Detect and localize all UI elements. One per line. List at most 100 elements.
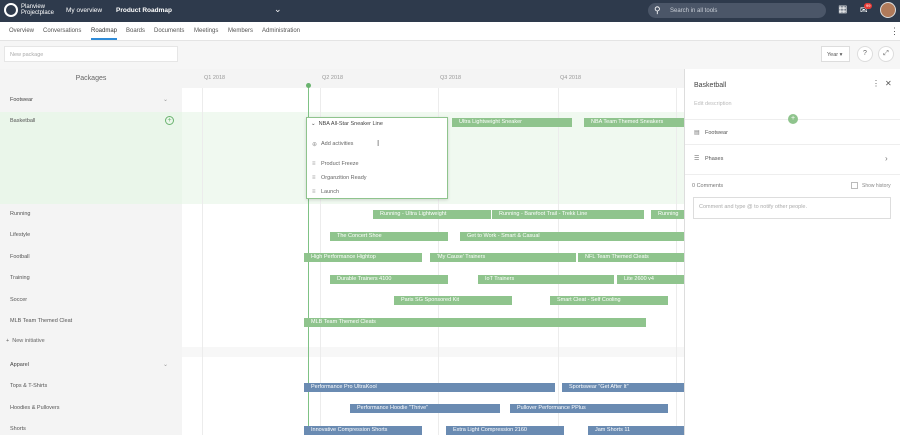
show-history-checkbox[interactable] xyxy=(851,182,858,189)
initiative-bar[interactable]: NFL Team Themed Cleats xyxy=(578,253,684,262)
tab-administration[interactable]: Administration xyxy=(262,28,300,34)
add-activities-label: Add activities xyxy=(321,141,354,147)
activity-icon: ≡ xyxy=(312,161,316,167)
chevron-down-icon[interactable]: ⌄ xyxy=(274,4,282,15)
package-row-football[interactable]: Football xyxy=(0,248,182,269)
tab-conversations[interactable]: Conversations xyxy=(43,28,81,34)
initiative-bar[interactable]: IoT Trainers xyxy=(478,275,614,284)
initiative-bar[interactable]: Ultra Lightweight Sneaker xyxy=(452,118,572,127)
initiative-bar[interactable]: Running - Ultra Lightweight xyxy=(373,210,491,219)
add-icon[interactable]: + xyxy=(788,114,798,124)
initiative-bar[interactable]: Smart Cleat - Self Cooling xyxy=(550,296,668,305)
tab-boards[interactable]: Boards xyxy=(126,28,145,34)
initiative-bar[interactable]: High Performance Hightop xyxy=(304,253,422,262)
packages-header: Packages xyxy=(75,75,107,82)
my-overview-link[interactable]: My overview xyxy=(66,7,102,14)
divider xyxy=(685,144,900,145)
popup-title-text: NBA All-Star Sneaker Line xyxy=(318,121,383,127)
divider xyxy=(685,174,900,175)
more-options-icon[interactable]: ⋮ xyxy=(890,26,899,37)
popup-title[interactable]: ⌄ NBA All-Star Sneaker Line xyxy=(311,121,383,127)
initiative-bar[interactable]: Running xyxy=(651,210,684,219)
initiative-bar[interactable]: 'My Cause' Trainers xyxy=(430,253,576,262)
initiative-bar[interactable]: MLB Team Themed Cleats xyxy=(304,318,646,327)
today-marker xyxy=(306,83,311,88)
activity-label: Organzition Ready xyxy=(321,175,367,181)
initiative-bar[interactable]: Get to Work - Smart & Casual xyxy=(460,232,684,241)
tab-documents[interactable]: Documents xyxy=(154,28,184,34)
phases-section[interactable]: Phases xyxy=(705,156,723,162)
initiative-bar[interactable]: Lite 2600 v4 xyxy=(617,275,684,284)
tab-overview[interactable]: Overview xyxy=(9,28,34,34)
initiative-popup: ⌄ NBA All-Star Sneaker Line ⊕ Add activit… xyxy=(306,117,448,199)
initiative-bar[interactable]: Sportswear "Get After It" xyxy=(562,383,684,392)
search-input[interactable]: ⚲ Search in all tools xyxy=(648,3,826,18)
add-icon: ⊕ xyxy=(312,142,318,148)
quarter-label: Q4 2018 xyxy=(560,75,582,81)
packages-column: Packages Footwear ⌄ Basketball + Running L… xyxy=(0,69,182,435)
initiative-bar[interactable]: The Concert Shoe xyxy=(330,232,448,241)
activity-icon: ≡ xyxy=(312,189,316,195)
quarter-label: Q3 2018 xyxy=(440,75,462,81)
search-placeholder: Search in all tools xyxy=(670,8,718,14)
initiative-bar[interactable]: Pullover Performance PPlus xyxy=(510,404,668,413)
activity-label: Launch xyxy=(321,189,340,195)
quarter-header: Q1 2018 Q2 2018 Q3 2018 Q4 2018 xyxy=(182,69,684,88)
chevron-down-icon[interactable]: ⌄ xyxy=(163,361,168,368)
zoom-value: Year xyxy=(827,52,839,58)
top-bar: Planview Projectplace My overview Product… xyxy=(0,0,900,22)
comment-input[interactable]: Comment and type @ to notify other peopl… xyxy=(693,197,891,219)
close-icon[interactable]: ✕ xyxy=(885,79,892,88)
apps-grid-icon[interactable]: ▦ xyxy=(838,5,848,15)
package-row-lifestyle[interactable]: Lifestyle xyxy=(0,226,182,247)
activity-item[interactable]: ≡ Product Freeze xyxy=(312,161,359,167)
initiative-bar[interactable]: Performance Hoodie "Thrive" xyxy=(350,404,500,413)
phases-icon: ☰ xyxy=(694,156,700,162)
package-row-soccer[interactable]: Soccer xyxy=(0,291,182,312)
tab-meetings[interactable]: Meetings xyxy=(194,28,218,34)
more-options-icon[interactable]: ⋮ xyxy=(872,79,880,88)
package-row-shorts[interactable]: Shorts xyxy=(0,420,182,441)
package-row-basketball[interactable]: Basketball + xyxy=(0,112,182,204)
tab-roadmap[interactable]: Roadmap xyxy=(91,28,118,40)
initiative-bar[interactable]: NBA Team Themed Sneakers xyxy=(584,118,684,127)
initiative-bar[interactable]: Innovative Compression Shorts xyxy=(304,426,422,435)
initiative-bar[interactable]: Jam Shorts 11 xyxy=(588,426,684,435)
group-separator xyxy=(182,347,684,357)
package-row-hoodies[interactable]: Hoodies & Pullovers xyxy=(0,399,182,420)
parent-package[interactable]: Footwear xyxy=(705,130,728,136)
quarter-label: Q1 2018 xyxy=(204,75,226,81)
package-row-tops[interactable]: Tops & T-Shirts xyxy=(0,377,182,398)
new-package-input[interactable]: New package xyxy=(4,46,178,62)
package-row-footwear[interactable]: Footwear ⌄ xyxy=(0,91,182,112)
activity-item[interactable]: ≡ Organzition Ready xyxy=(312,175,367,181)
chevron-down-icon[interactable]: ⌄ xyxy=(163,96,168,103)
expand-icon[interactable]: ⤢ xyxy=(878,46,894,62)
panel-title: Basketball xyxy=(694,82,727,89)
grid-line xyxy=(202,88,203,435)
activity-item[interactable]: ≡ Launch xyxy=(312,189,340,195)
planview-logo-icon[interactable] xyxy=(4,3,18,17)
initiative-bar[interactable]: Running - Barefoot Trail - Trekk Line xyxy=(492,210,644,219)
brand-name: Planview Projectplace xyxy=(21,4,55,16)
chevron-right-icon[interactable]: › xyxy=(885,154,888,163)
package-row-training[interactable]: Training xyxy=(0,269,182,290)
zoom-select[interactable]: Year ▾ xyxy=(821,46,850,62)
quarter-label: Q2 2018 xyxy=(322,75,344,81)
new-initiative-button[interactable]: + New initiative xyxy=(6,338,45,344)
initiative-bar[interactable]: Extra Light Compression 2160 xyxy=(446,426,564,435)
activity-label: Product Freeze xyxy=(321,161,359,167)
add-activities-button[interactable]: ⊕ Add activities xyxy=(312,141,354,148)
project-title[interactable]: Product Roadmap xyxy=(116,7,172,14)
avatar[interactable] xyxy=(880,2,896,18)
initiative-bar[interactable]: Durable Trainers 4100 xyxy=(330,275,448,284)
package-row-apparel[interactable]: Apparel ⌄ xyxy=(0,356,182,377)
add-icon[interactable]: + xyxy=(165,116,174,125)
tab-members[interactable]: Members xyxy=(228,28,253,34)
package-row-mlb[interactable]: MLB Team Themed Cleat xyxy=(0,312,182,333)
help-icon[interactable]: ? xyxy=(857,46,873,62)
initiative-bar[interactable]: Performance Pro UltraKool xyxy=(304,383,555,392)
initiative-bar[interactable]: Paris SG Sponsored Kit xyxy=(394,296,512,305)
package-row-running[interactable]: Running xyxy=(0,205,182,226)
description-field[interactable]: Edit description xyxy=(694,101,732,107)
